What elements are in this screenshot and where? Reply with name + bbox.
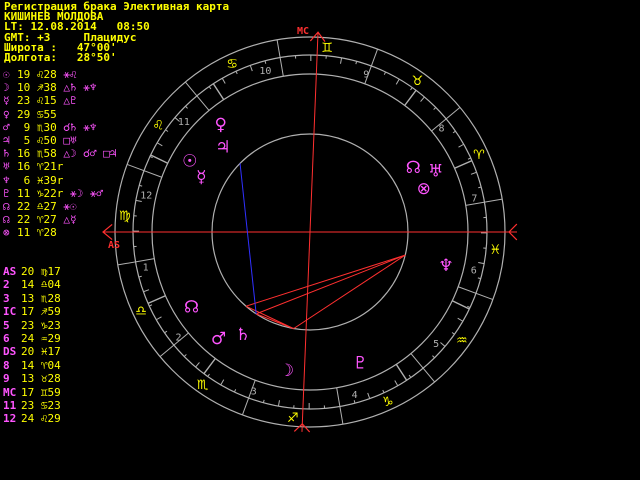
planet-glyph: ☽ (279, 361, 294, 381)
degree-tick (395, 78, 400, 85)
degree-tick (126, 163, 162, 178)
mc-label: MC (297, 26, 309, 37)
degree-tick (277, 400, 280, 407)
planet-glyph: ♆ (438, 256, 453, 276)
degree-tick (149, 155, 153, 159)
house-number: 5 (433, 339, 439, 350)
aspect-line (255, 313, 294, 330)
sign-glyph: ♓ (489, 243, 501, 258)
degree-tick (458, 143, 464, 148)
sign-glyph: ♏ (197, 378, 209, 393)
degree-tick (408, 374, 412, 378)
degree-tick (183, 354, 187, 357)
zodiac-wheel: ♈♉♊♋♌♍♎♏♐♑♒♓ 123 456789101112 ☉☽☿♀♂♃♄♅♆♇☊… (102, 26, 518, 433)
degree-tick (458, 286, 494, 301)
sign-glyph: ♋ (226, 57, 238, 72)
degree-tick (410, 353, 435, 383)
degree-tick (220, 379, 225, 386)
house-cusp-line (451, 300, 470, 310)
sign-glyph: ♌ (152, 119, 164, 134)
house-cusp-line (150, 154, 169, 164)
degree-tick (467, 305, 471, 309)
planet-glyph: ♃ (215, 138, 230, 158)
planet-glyph: ☊ (406, 158, 421, 178)
planet-glyph: ⊗ (417, 179, 431, 199)
planet-glyph: ♇ (353, 354, 368, 374)
aspect-line-blue (239, 163, 257, 314)
aspect-line (255, 254, 406, 315)
degree-tick (433, 107, 437, 110)
degree-tick (383, 71, 387, 75)
degree-tick (451, 332, 455, 335)
house-number: 8 (438, 123, 444, 134)
degree-tick (156, 316, 162, 321)
planet-glyph: ☉ (182, 151, 197, 171)
aspect-lines (239, 163, 406, 330)
asc-label: AS (108, 240, 120, 251)
degree-tick (149, 304, 153, 307)
degree-tick (394, 380, 399, 386)
degree-tick (221, 78, 226, 84)
sign-glyph: ♐ (287, 411, 299, 426)
sign-glyph: ♊ (321, 41, 333, 56)
house-cusp-line (404, 89, 417, 106)
sign-glyph: ♈ (473, 148, 485, 163)
house-cusp-line (454, 159, 473, 169)
house-number: 11 (178, 117, 190, 128)
degree-tick (207, 373, 210, 377)
degree-tick (431, 107, 461, 132)
sign-glyph: ♑ (382, 395, 394, 410)
degree-tick (432, 355, 435, 359)
house-number: 6 (471, 266, 477, 277)
degree-tick (159, 332, 189, 357)
sign-glyph: ♎ (135, 304, 147, 319)
planet-glyph: ♂ (211, 329, 226, 349)
sign-glyph: ♉ (412, 74, 424, 89)
degree-tick (233, 389, 237, 393)
degree-tick (367, 392, 371, 399)
degree-tick (143, 289, 150, 293)
degree-tick (165, 129, 169, 132)
degree-tick (185, 105, 188, 109)
aspect-line (245, 305, 294, 330)
degree-tick (467, 157, 471, 160)
house-number: 3 (251, 386, 257, 397)
degree-tick (340, 57, 343, 64)
angle-axes (102, 31, 518, 433)
degree-tick (382, 389, 385, 393)
house-number: 10 (259, 66, 271, 77)
house-numbers: 123 456789101112 (140, 66, 477, 401)
chart-screen: { "header": { "line1": "Регистрация брак… (0, 0, 640, 480)
house-number: 2 (175, 333, 181, 344)
degree-tick (249, 65, 253, 72)
planet-glyph: ♄ (235, 325, 250, 345)
house-number: 1 (143, 263, 149, 274)
house-cusp-line (203, 358, 216, 375)
planet-glyphs: ☉☽☿♀♂♃♄♅♆♇☊☊⊗ (182, 115, 454, 381)
house-cusp-line (212, 83, 225, 101)
sign-glyph: ♒ (456, 333, 468, 348)
degree-tick (478, 262, 485, 265)
degree-tick (470, 171, 477, 175)
planet-glyph: ☊ (184, 298, 199, 318)
house-cusp-line (147, 295, 166, 305)
degree-tick (420, 96, 425, 102)
house-number: 4 (352, 390, 358, 401)
degree-tick (195, 362, 200, 368)
house-cusp-line (395, 363, 408, 381)
house-number: 7 (471, 193, 477, 204)
degree-tick (440, 342, 446, 347)
degree-tick (452, 130, 456, 134)
aspect-line (293, 254, 406, 330)
degree-tick (164, 330, 168, 334)
sign-glyph: ♍ (119, 209, 131, 224)
planet-glyph: ♀ (214, 115, 226, 135)
house-number: 12 (140, 190, 152, 201)
planet-glyph: ☿ (196, 168, 206, 188)
degree-tick (185, 81, 210, 111)
degree-tick (208, 86, 212, 90)
degree-tick (457, 317, 464, 322)
degree-tick (156, 142, 163, 147)
house-number: 9 (363, 70, 369, 81)
